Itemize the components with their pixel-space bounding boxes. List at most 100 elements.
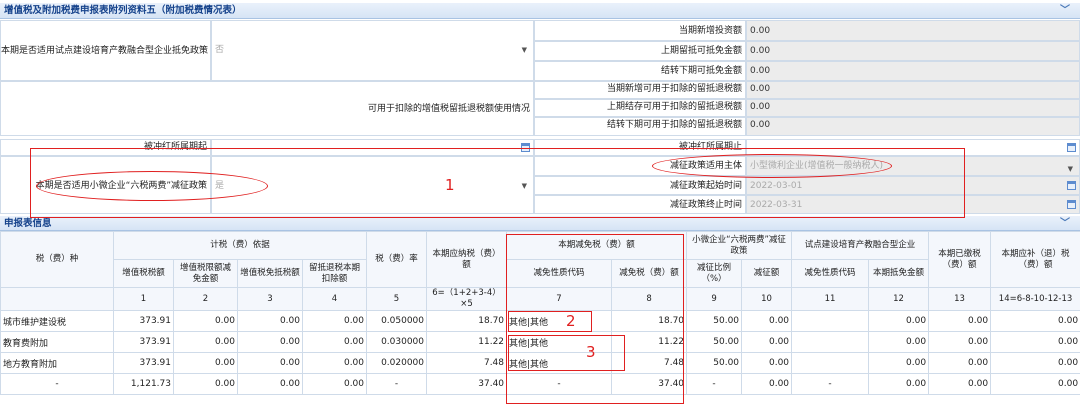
- table-cell[interactable]: 18.70: [426, 310, 508, 332]
- table-cell: 教育费附加: [0, 331, 114, 353]
- chevron-down-icon[interactable]: ﹀: [1060, 216, 1070, 231]
- table-cell[interactable]: 37.40: [426, 373, 508, 395]
- annotation-number-2: 2: [566, 312, 576, 330]
- th-pilot: 试点建设培育产教融合型企业: [791, 231, 930, 260]
- pilot-select[interactable]: 否 ▼: [211, 20, 534, 81]
- table-cell[interactable]: 0.00: [741, 352, 793, 374]
- table-cell[interactable]: 0.00: [301, 331, 368, 353]
- r2-value: 0.00: [746, 41, 1080, 61]
- table-cell[interactable]: 0.00: [237, 310, 303, 332]
- section-header-attachment5[interactable]: 增值税及附加税费申报表附列资料五（附加税费情况表） ﹀: [0, 3, 1080, 19]
- calendar-icon[interactable]: [1067, 200, 1076, 209]
- th-tax-type: 税（费）种: [0, 231, 114, 288]
- table-cell[interactable]: 373.91: [113, 310, 174, 332]
- table-cell[interactable]: 0.00: [990, 373, 1080, 395]
- table-cell[interactable]: 50.00: [686, 310, 743, 332]
- table-cell: 城市维护建设税: [0, 310, 114, 332]
- pilot-value: 否: [215, 45, 225, 55]
- annotation-box-3: [508, 335, 625, 371]
- table-cell[interactable]: 0.00: [868, 352, 930, 374]
- table-cell: [791, 310, 870, 332]
- r2-label: 上期留抵可抵免金额: [534, 41, 746, 61]
- th-vat: 增值税税额: [113, 259, 174, 288]
- table-cell[interactable]: 0.00: [173, 331, 238, 353]
- th-rate: 税（费）率: [366, 231, 428, 288]
- th-due: 本期应补（退）税（费）额: [990, 231, 1080, 288]
- table-cell[interactable]: 0.00: [868, 331, 930, 353]
- table-cell[interactable]: 7.48: [426, 352, 508, 374]
- table-cell[interactable]: 0.00: [990, 331, 1080, 353]
- col-number: 4: [301, 287, 368, 311]
- table-cell: -: [791, 373, 870, 395]
- table-cell[interactable]: 0.00: [237, 352, 303, 374]
- r4-label: 当期新增可用于扣除的留抵退税额: [534, 81, 746, 99]
- r3-label: 结转下期可抵免金额: [534, 61, 746, 81]
- col-number: 3: [237, 287, 303, 311]
- table-cell[interactable]: 0.00: [868, 373, 930, 395]
- th-paid: 本期已缴税（费）额: [928, 231, 992, 288]
- table-cell[interactable]: 0.00: [741, 373, 793, 395]
- th-ratio: 减征比例（%）: [686, 259, 743, 288]
- table-cell[interactable]: 0.00: [990, 352, 1080, 374]
- table-cell[interactable]: 0.00: [741, 331, 793, 353]
- th-small: 小微企业“六税两费”减征政策: [686, 231, 793, 260]
- table-cell[interactable]: -: [686, 373, 743, 395]
- table-cell[interactable]: 0.00: [237, 373, 303, 395]
- refund-usage-label: 可用于扣除的增值税留抵退税额使用情况: [0, 81, 534, 136]
- table-cell[interactable]: 0.00: [301, 373, 368, 395]
- table-cell[interactable]: 0.00: [990, 310, 1080, 332]
- table-cell[interactable]: 0.00: [173, 373, 238, 395]
- table-cell: [791, 331, 870, 353]
- table-cell[interactable]: 0.00: [173, 310, 238, 332]
- th-pilot-code: 减免性质代码: [791, 259, 870, 288]
- r1-value: 0.00: [746, 20, 1080, 41]
- chevron-down-icon[interactable]: ﹀: [1060, 3, 1070, 19]
- th-refund: 留抵退税本期扣除额: [301, 259, 368, 288]
- th-basis: 计税（费）依据: [112, 231, 368, 260]
- annotation-number-1: 1: [445, 176, 455, 194]
- table-cell[interactable]: 0.00: [301, 310, 368, 332]
- r5-value: 0.00: [746, 99, 1080, 117]
- table-cell[interactable]: 50.00: [686, 331, 743, 353]
- table-cell: -: [0, 373, 114, 395]
- col-number: 13: [928, 287, 992, 311]
- table-cell: 地方教育附加: [0, 352, 114, 374]
- section-header-declaration[interactable]: 申报表信息 ﹀: [0, 216, 1080, 231]
- table-cell[interactable]: 0.00: [173, 352, 238, 374]
- table-cell[interactable]: 0.00: [928, 331, 992, 353]
- r6-label: 结转下期可用于扣除的留抵退税额: [534, 117, 746, 136]
- table-cell[interactable]: 0.00: [237, 331, 303, 353]
- col-number: 10: [741, 287, 793, 311]
- col-number: 9: [686, 287, 743, 311]
- calendar-icon[interactable]: [1067, 181, 1076, 190]
- th-exempt: 增值税免抵税额: [237, 259, 303, 288]
- col-number: 2: [173, 287, 238, 311]
- table-cell[interactable]: 1,121.73: [113, 373, 174, 395]
- col-number: 12: [868, 287, 930, 311]
- section-title: 申报表信息: [4, 218, 52, 229]
- table-cell[interactable]: 373.91: [113, 352, 174, 374]
- calendar-icon[interactable]: [1067, 143, 1076, 152]
- table-cell: [791, 352, 870, 374]
- table-cell[interactable]: 50.00: [686, 352, 743, 374]
- annotation-box-2: [508, 311, 592, 332]
- table-cell[interactable]: 0.00: [928, 310, 992, 332]
- annotation-number-3: 3: [586, 343, 596, 361]
- pilot-label: 本期是否适用试点建设培育产教融合型企业抵免政策: [0, 20, 211, 81]
- th-reduce: 减征额: [741, 259, 793, 288]
- col-number: 14=6-8-10-12-13: [990, 287, 1080, 311]
- table-cell[interactable]: 0.00: [928, 352, 992, 374]
- r5-label: 上期结存可用于扣除的留抵退税额: [534, 99, 746, 117]
- table-cell[interactable]: 0.00: [928, 373, 992, 395]
- table-cell[interactable]: 373.91: [113, 331, 174, 353]
- table-cell[interactable]: 11.22: [426, 331, 508, 353]
- col-number: 6=（1+2+3-4）×5: [426, 287, 508, 311]
- dropdown-arrow-icon[interactable]: ▼: [522, 43, 527, 57]
- dropdown-arrow-icon[interactable]: ▼: [1068, 160, 1073, 175]
- table-cell[interactable]: 0.00: [741, 310, 793, 332]
- table-cell[interactable]: 0.00: [868, 310, 930, 332]
- table-cell: 0.030000: [366, 331, 428, 353]
- col-number: 5: [366, 287, 428, 311]
- table-cell[interactable]: 0.00: [301, 352, 368, 374]
- r6-value: 0.00: [746, 117, 1080, 136]
